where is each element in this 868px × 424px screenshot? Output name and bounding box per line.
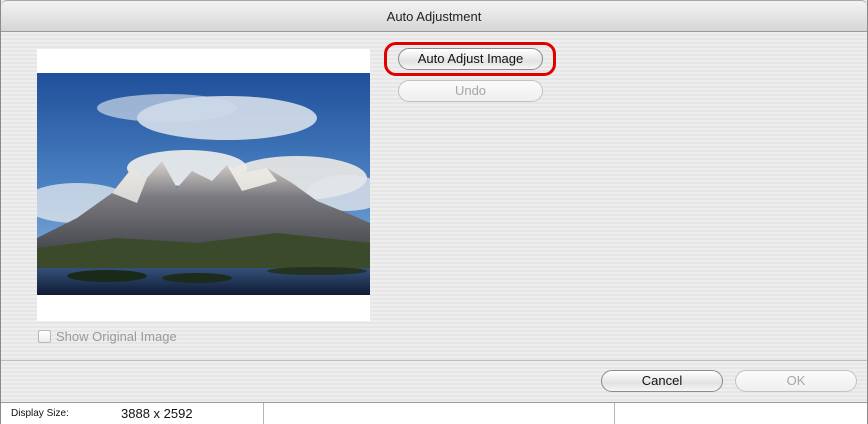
status-cell-2: [264, 403, 615, 424]
auto-adjustment-dialog: Auto Adjustment Auto Adjust Image Undo S…: [0, 0, 868, 424]
display-size-label: Display Size:: [11, 408, 69, 419]
status-bar: Display Size: 3888 x 2592: [1, 402, 867, 424]
display-size-cell: Display Size: 3888 x 2592: [1, 403, 264, 424]
title-bar[interactable]: Auto Adjustment: [1, 0, 867, 32]
image-preview: [37, 49, 370, 321]
auto-adjust-image-button[interactable]: Auto Adjust Image: [398, 48, 543, 70]
window-title: Auto Adjustment: [386, 9, 482, 24]
cancel-button[interactable]: Cancel: [601, 370, 723, 392]
undo-button[interactable]: Undo: [398, 80, 543, 102]
display-size-value: 3888 x 2592: [121, 406, 193, 421]
status-cell-3: [615, 403, 867, 424]
show-original-checkbox[interactable]: [38, 329, 51, 343]
show-original-label: Show Original Image: [56, 328, 177, 344]
ok-button[interactable]: OK: [735, 370, 857, 392]
landscape-photo: [37, 73, 370, 295]
show-original-row[interactable]: Show Original Image: [38, 328, 177, 344]
